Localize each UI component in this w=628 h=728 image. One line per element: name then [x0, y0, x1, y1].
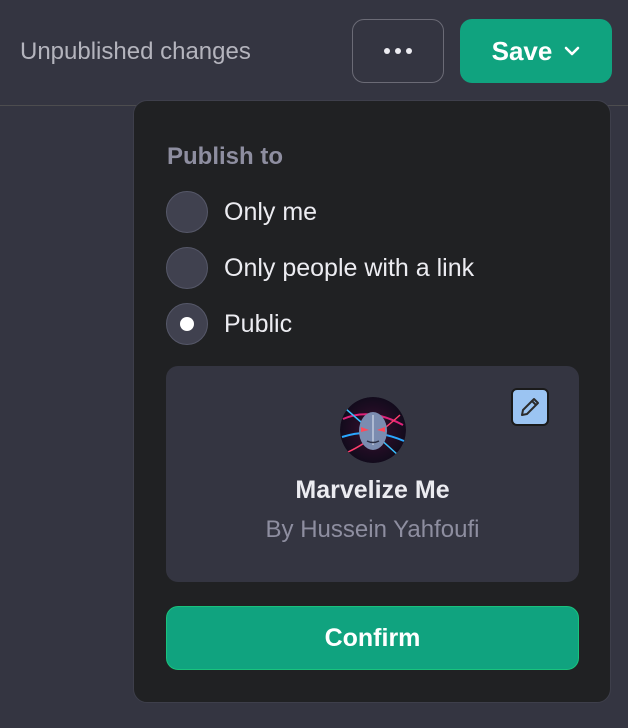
gpt-name: Marvelize Me [295, 476, 450, 504]
gpt-avatar [340, 397, 406, 463]
edit-button[interactable] [511, 388, 549, 426]
top-bar: Unpublished changes Save [0, 0, 628, 106]
option-label: Public [224, 309, 293, 338]
ellipsis-icon [384, 48, 390, 54]
option-only-me[interactable]: Only me [166, 191, 317, 233]
option-public[interactable]: Public [166, 303, 292, 345]
unpublished-status: Unpublished changes [20, 38, 251, 65]
save-button-label: Save [491, 35, 553, 66]
option-link[interactable]: Only people with a link [166, 247, 474, 289]
radio-only-me[interactable] [166, 191, 208, 233]
save-button[interactable]: Save [460, 19, 612, 83]
chevron-down-icon [565, 46, 580, 56]
more-options-button[interactable] [352, 19, 444, 83]
option-label: Only people with a link [224, 253, 475, 282]
ellipsis-icon-dot [395, 48, 401, 54]
gpt-author: By Hussein Yahfoufi [265, 516, 480, 543]
option-label: Only me [224, 197, 318, 226]
gpt-card: Marvelize Me By Hussein Yahfoufi [166, 366, 579, 582]
radio-link[interactable] [166, 247, 208, 289]
radio-selected-dot [180, 317, 194, 331]
ellipsis-icon-dot [406, 48, 412, 54]
publish-heading: Publish to [167, 143, 283, 170]
publish-popover: Publish to Only me Only people with a li… [133, 100, 611, 703]
pencil-icon [521, 398, 539, 416]
confirm-button[interactable]: Confirm [166, 606, 579, 670]
radio-public[interactable] [166, 303, 208, 345]
